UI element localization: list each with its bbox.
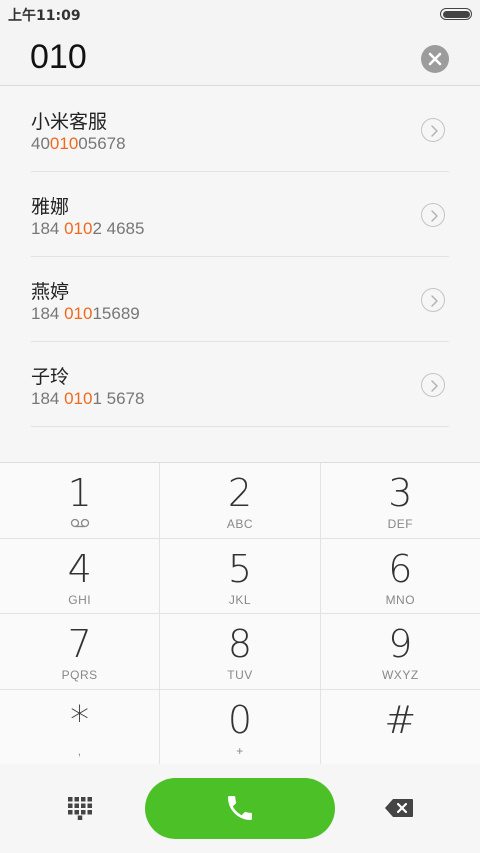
voicemail-icon xyxy=(0,518,159,528)
status-bar: 上午11:09 xyxy=(0,0,480,28)
chevron-right-circle-icon xyxy=(431,295,438,307)
dial-input[interactable]: 010 xyxy=(30,38,87,77)
contact-name: 小米客服 xyxy=(31,111,108,133)
clear-input-icon xyxy=(428,52,442,66)
key-6[interactable]: 6 MNO xyxy=(321,539,480,614)
call-button[interactable] xyxy=(145,778,335,839)
contact-number: 184 0102 4685 xyxy=(31,219,145,238)
key-digit: 7 xyxy=(67,622,92,666)
key-star[interactable]: * , xyxy=(0,689,161,765)
key-digit: 3 xyxy=(388,471,413,515)
contact-name: 雅娜 xyxy=(31,196,70,218)
contact-name: 子玲 xyxy=(31,366,70,388)
key-0[interactable]: 0 + xyxy=(160,689,321,765)
key-letters: PQRS xyxy=(61,668,98,682)
battery-icon xyxy=(440,8,472,20)
key-5[interactable]: 5 JKL xyxy=(160,538,321,613)
key-letters: , xyxy=(77,743,82,758)
chevron-right-circle-icon xyxy=(431,380,438,392)
phone-icon xyxy=(228,796,252,820)
key-digit: 4 xyxy=(67,546,92,591)
key-digit: 8 xyxy=(227,622,253,666)
key-letters: TUV xyxy=(227,668,253,682)
keypad-row: * , 0 + # xyxy=(0,689,480,766)
backspace-icon xyxy=(385,799,413,817)
key-digit: 1 xyxy=(67,471,92,515)
contact-number: 184 0101 5678 xyxy=(31,389,145,408)
contact-detail-button[interactable] xyxy=(421,203,445,227)
contact-number: 184 01015689 xyxy=(31,304,140,323)
key-8[interactable]: 8 TUV xyxy=(160,614,321,689)
keypad-row: 7 PQRS 8 TUV 9 WXYZ xyxy=(0,614,480,690)
key-letters: JKL xyxy=(228,592,252,607)
key-letters: MNO xyxy=(385,592,416,607)
contact-result-item[interactable]: 雅娜 184 0102 4685 xyxy=(31,172,449,257)
dial-keypad: 1 2 ABC 3 DEF 4 GHI 5 JKL 6 MNO 7 PQRS 8… xyxy=(0,462,480,766)
key-7[interactable]: 7 PQRS xyxy=(0,614,161,689)
key-2[interactable]: 2 ABC xyxy=(160,463,321,538)
contact-detail-button[interactable] xyxy=(421,118,445,142)
battery-level xyxy=(442,10,470,18)
chevron-right-circle-icon xyxy=(431,210,438,222)
clear-input-button[interactable] xyxy=(421,45,449,73)
contact-detail-button[interactable] xyxy=(421,373,445,397)
key-digit: 5 xyxy=(227,546,253,591)
contact-results-list: 小米客服 4001005678 雅娜 184 0102 4685 燕婷 184 … xyxy=(0,87,480,427)
contact-name: 燕婷 xyxy=(31,281,70,303)
contact-result-item[interactable]: 子玲 184 0101 5678 xyxy=(31,342,449,427)
key-3[interactable]: 3 DEF xyxy=(321,463,480,538)
dial-input-bar: 010 xyxy=(0,28,480,86)
key-digit: 0 xyxy=(227,697,253,742)
keypad-row: 1 2 ABC 3 DEF xyxy=(0,463,480,539)
key-letters: + xyxy=(236,743,244,758)
key-letters: ABC xyxy=(226,517,254,531)
contact-result-item[interactable]: 小米客服 4001005678 xyxy=(31,87,449,172)
key-digit: # xyxy=(384,697,417,742)
contact-number: 4001005678 xyxy=(31,134,126,153)
key-letters: GHI xyxy=(68,592,92,607)
chevron-right-circle-icon xyxy=(431,125,438,137)
key-1[interactable]: 1 xyxy=(0,463,161,538)
key-digit: * xyxy=(70,697,90,742)
key-4[interactable]: 4 GHI xyxy=(0,538,161,613)
key-letters: WXYZ xyxy=(381,668,419,682)
key-digit: 2 xyxy=(227,471,253,515)
status-time: 上午11:09 xyxy=(8,8,81,24)
key-digit: 9 xyxy=(388,622,413,666)
key-9[interactable]: 9 WXYZ xyxy=(321,614,480,689)
key-hash[interactable]: # xyxy=(321,690,480,766)
keypad-row: 4 GHI 5 JKL 6 MNO xyxy=(0,538,480,614)
backspace-button[interactable] xyxy=(384,798,414,818)
key-letters: DEF xyxy=(387,517,414,531)
key-digit: 6 xyxy=(388,546,413,591)
bottom-action-bar xyxy=(0,764,480,853)
dialpad-toggle-button[interactable] xyxy=(67,796,93,820)
contact-detail-button[interactable] xyxy=(421,288,445,312)
contact-result-item[interactable]: 燕婷 184 01015689 xyxy=(31,257,449,342)
dialpad-grid-icon xyxy=(68,797,92,820)
